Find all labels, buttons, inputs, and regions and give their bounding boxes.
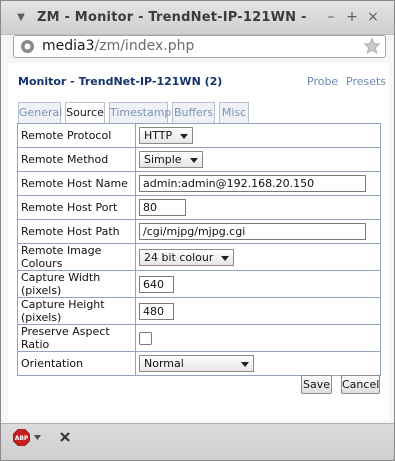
remote-host-path-cell: /cgi/mjpg/mjpg.cgi [135, 219, 381, 244]
table-row: Remote Host Path /cgi/mjpg/mjpg.cgi [17, 219, 381, 244]
tab-source[interactable]: Source [65, 102, 105, 124]
remote-image-colours-select[interactable]: 24 bit colour [139, 248, 235, 266]
probe-link[interactable]: Probe [307, 75, 338, 88]
remote-protocol-label: Remote Protocol [17, 123, 136, 148]
close-window-icon[interactable]: × [365, 9, 381, 25]
remote-host-path-label: Remote Host Path [17, 219, 136, 244]
remote-host-port-cell: 80 [135, 195, 381, 220]
table-row: Orientation Normal [17, 351, 381, 376]
svg-text:ABP: ABP [15, 435, 29, 442]
orientation-select[interactable]: Normal [139, 355, 254, 372]
remote-host-port-input[interactable]: 80 [139, 199, 186, 216]
abp-icon[interactable]: ABP [13, 429, 30, 446]
preserve-aspect-ratio-checkbox[interactable] [139, 331, 152, 345]
table-row: Remote Method Simple [17, 147, 381, 172]
remote-method-select[interactable]: Simple [139, 151, 203, 168]
save-button[interactable]: Save [301, 375, 332, 394]
url-path: /zm/index.php [94, 38, 195, 54]
capture-height-input[interactable]: 480 [139, 302, 174, 320]
capture-height-cell: 480 [135, 297, 381, 325]
url-bar[interactable]: media3/zm/index.php [13, 35, 386, 58]
remote-host-name-input[interactable]: admin:admin@192.168.20.150 [139, 175, 366, 192]
chevron-down-icon [189, 158, 198, 163]
preserve-aspect-ratio-label: Preserve Aspect Ratio [17, 324, 136, 352]
capture-width-label: Capture Width (pixels) [17, 270, 136, 298]
table-row: Remote Host Name admin:admin@192.168.20.… [17, 171, 381, 196]
maximize-icon[interactable]: + [344, 9, 360, 25]
remote-protocol-value: HTTP [144, 129, 173, 142]
chevron-down-icon[interactable] [33, 434, 42, 441]
table-row: Capture Width (pixels) 640 [17, 270, 381, 298]
cancel-button[interactable]: Cancel [341, 375, 380, 394]
remote-host-port-label: Remote Host Port [17, 195, 136, 220]
tab-misc[interactable]: Misc [219, 102, 249, 123]
capture-height-label: Capture Height (pixels) [17, 297, 136, 325]
url-text[interactable]: media3/zm/index.php [42, 38, 194, 54]
remote-method-value: Simple [144, 153, 182, 166]
preserve-aspect-ratio-cell [135, 324, 381, 352]
tab-buffers[interactable]: Buffers [172, 102, 215, 123]
orientation-label: Orientation [17, 351, 136, 376]
table-row: Remote Image Colours 24 bit colour [17, 243, 381, 271]
bookmark-star-icon[interactable] [363, 37, 381, 55]
window-menu-icon[interactable]: ▼ [15, 12, 27, 24]
browser-window: ▼ ZM - Monitor - TrendNet-IP-121WN - – +… [0, 0, 395, 461]
source-settings-table: Remote Protocol HTTP Remote Method Simpl… [17, 123, 381, 376]
presets-link[interactable]: Presets [346, 75, 386, 88]
remote-protocol-select[interactable]: HTTP [139, 127, 194, 144]
remote-host-name-cell: admin:admin@192.168.20.150 [135, 171, 381, 196]
capture-width-cell: 640 [135, 270, 381, 298]
window-title: ZM - Monitor - TrendNet-IP-121WN - [37, 10, 307, 25]
table-row: Remote Host Port 80 [17, 195, 381, 220]
page-content: Monitor - TrendNet-IP-121WN (2) Probe Pr… [8, 63, 389, 421]
minimize-icon[interactable]: – [323, 9, 339, 25]
orientation-value: Normal [144, 357, 184, 370]
chevron-down-icon [221, 255, 230, 261]
capture-width-input[interactable]: 640 [139, 275, 174, 293]
remote-method-cell: Simple [135, 147, 381, 172]
chevron-down-icon [180, 134, 189, 139]
remote-host-name-label: Remote Host Name [17, 171, 136, 196]
remote-method-label: Remote Method [17, 147, 136, 172]
remote-protocol-cell: HTTP [135, 123, 381, 148]
close-icon[interactable] [59, 431, 71, 443]
remote-image-colours-label: Remote Image Colours [17, 243, 136, 271]
remote-image-colours-cell: 24 bit colour [135, 243, 381, 271]
tab-timestamp[interactable]: Timestamp [109, 102, 171, 123]
title-bar: ▼ ZM - Monitor - TrendNet-IP-121WN - – +… [1, 1, 394, 35]
table-row: Remote Protocol HTTP [17, 123, 381, 148]
page-title: Monitor - TrendNet-IP-121WN (2) [18, 75, 223, 88]
table-row: Preserve Aspect Ratio [17, 324, 381, 352]
url-host: media3 [42, 38, 95, 54]
status-bar: ABP [1, 423, 394, 460]
remote-image-colours-value: 24 bit colour [144, 250, 214, 264]
tab-general[interactable]: General [18, 102, 62, 123]
table-row: Capture Height (pixels) 480 [17, 297, 381, 325]
globe-icon [21, 40, 34, 53]
orientation-cell: Normal [135, 351, 381, 376]
remote-host-path-input[interactable]: /cgi/mjpg/mjpg.cgi [139, 223, 366, 240]
chevron-down-icon [241, 362, 249, 367]
